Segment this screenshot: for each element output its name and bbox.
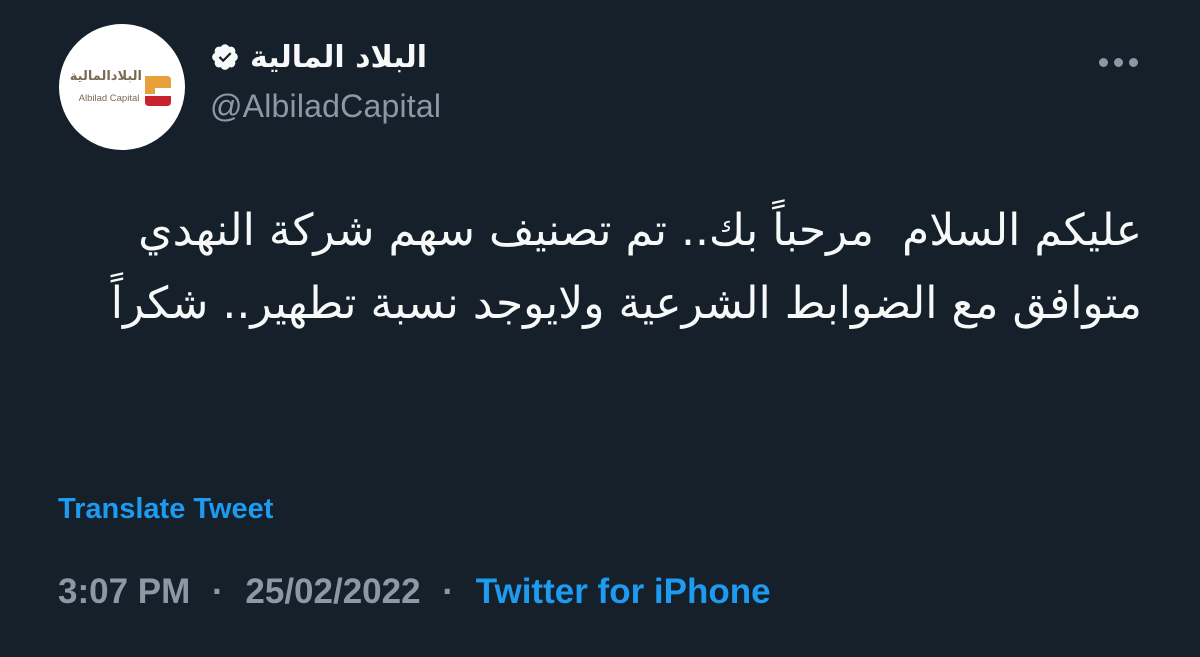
translate-tweet-link[interactable]: Translate Tweet xyxy=(58,493,273,526)
author-name-row[interactable]: البلاد المالية xyxy=(210,34,427,80)
meta-separator: · xyxy=(212,572,224,611)
more-horizontal-icon[interactable] xyxy=(1099,58,1138,67)
more-dot xyxy=(1129,58,1138,67)
author-handle[interactable]: @AlbiladCapital xyxy=(210,88,670,125)
meta-separator: · xyxy=(442,572,454,611)
tweet-card: البلادالمالية Albilad Capital البلاد الم… xyxy=(0,0,1200,657)
more-dot xyxy=(1099,58,1108,67)
albilad-logo-icon xyxy=(145,76,171,106)
verified-badge-icon xyxy=(212,44,238,70)
tweet-time[interactable]: 3:07 PM xyxy=(58,572,190,611)
tweet-text: عليكم السلام مرحباً بك.. تم تصنيف سهم شر… xyxy=(110,205,1142,329)
avatar[interactable]: البلادالمالية Albilad Capital xyxy=(59,24,185,150)
author-display-name[interactable]: البلاد المالية xyxy=(250,40,427,75)
tweet-source-link[interactable]: Twitter for iPhone xyxy=(476,572,771,611)
tweet-meta: 3:07 PM · 25/02/2022 · Twitter for iPhon… xyxy=(58,572,771,612)
author-names: البلاد المالية @AlbiladCapital xyxy=(210,34,670,125)
avatar-logo-english: Albilad Capital xyxy=(78,93,140,104)
more-dot xyxy=(1114,58,1123,67)
avatar-logo-arabic: البلادالمالية xyxy=(69,69,142,84)
tweet-date[interactable]: 25/02/2022 xyxy=(245,572,420,611)
